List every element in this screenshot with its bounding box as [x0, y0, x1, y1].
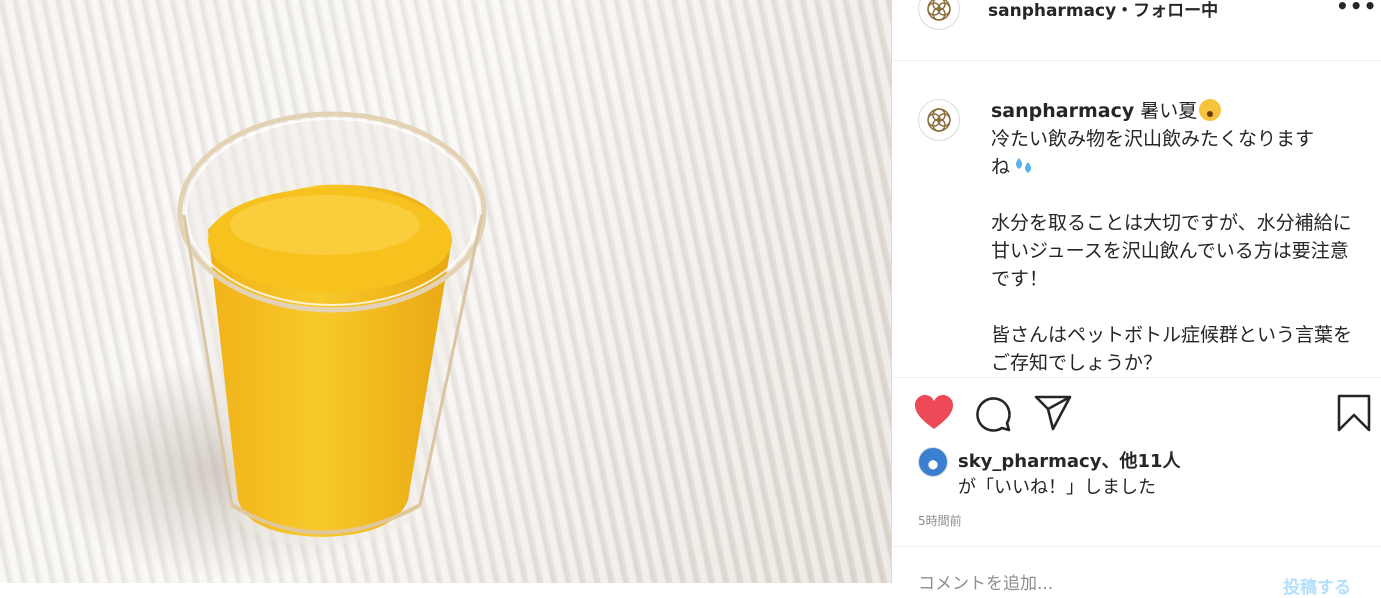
- bookmark-icon[interactable]: [1337, 394, 1371, 432]
- caption-username[interactable]: sanpharmacy: [991, 100, 1134, 122]
- post-header: sanpharmacy・フォロー中 •••: [892, 0, 1381, 61]
- caption-line1: 暑い夏: [1134, 100, 1198, 122]
- caption-paragraph-3: 皆さんはペットボトル症候群という言葉をご存知でしょうか？: [991, 324, 1353, 374]
- sweat-droplets-emoji-icon: [1016, 158, 1032, 173]
- post-comment-button[interactable]: 投稿する: [1283, 573, 1351, 598]
- post-timestamp[interactable]: 5時間前: [918, 512, 962, 529]
- likes-others[interactable]: 、他11人: [1101, 451, 1180, 472]
- post-photo[interactable]: [0, 0, 891, 583]
- heart-icon[interactable]: [914, 394, 954, 432]
- header-separator: ・: [1116, 1, 1134, 21]
- header-title: sanpharmacy・フォロー中: [988, 0, 1218, 21]
- caption-avatar[interactable]: [918, 99, 960, 141]
- likes-suffix: が「いいね！」しました: [958, 477, 1156, 498]
- sanpharmacy-logo-icon: [927, 108, 951, 132]
- liker-avatar[interactable]: [918, 447, 948, 477]
- caption-paragraph-2: 水分を取ることは大切ですが、水分補給に甘いジュースを沢山飲んでいる方は要注意です…: [991, 212, 1352, 290]
- caption-text: sanpharmacy 暑い夏 冷たい飲み物を沢山飲みたくなります ね 水分を取…: [991, 97, 1366, 377]
- likes-summary: sky_pharmacy、他11人: [958, 447, 1181, 473]
- comment-icon[interactable]: [974, 395, 1012, 433]
- comment-input[interactable]: [916, 573, 1250, 595]
- astonished-face-emoji-icon: [1199, 99, 1222, 121]
- actions-section: sky_pharmacy、他11人 が「いいね！」しました 5時間前: [892, 377, 1381, 548]
- more-options-icon[interactable]: •••: [1336, 0, 1377, 18]
- comment-box: 投稿する: [892, 546, 1381, 598]
- share-icon[interactable]: [1034, 395, 1072, 431]
- post-side-panel: sanpharmacy・フォロー中 ••• sanpharmacy 暑い夏 冷た…: [892, 0, 1381, 598]
- follow-status[interactable]: フォロー中: [1133, 1, 1218, 21]
- liker-username[interactable]: sky_pharmacy: [958, 451, 1101, 472]
- header-username[interactable]: sanpharmacy: [988, 1, 1116, 21]
- caption-line2: 冷たい飲み物を沢山飲みたくなります: [991, 128, 1315, 150]
- caption-area: sanpharmacy 暑い夏 冷たい飲み物を沢山飲みたくなります ね 水分を取…: [892, 61, 1381, 377]
- avatar[interactable]: [918, 0, 960, 30]
- caption-line3: ね: [991, 156, 1011, 178]
- sanpharmacy-logo-icon: [927, 0, 951, 21]
